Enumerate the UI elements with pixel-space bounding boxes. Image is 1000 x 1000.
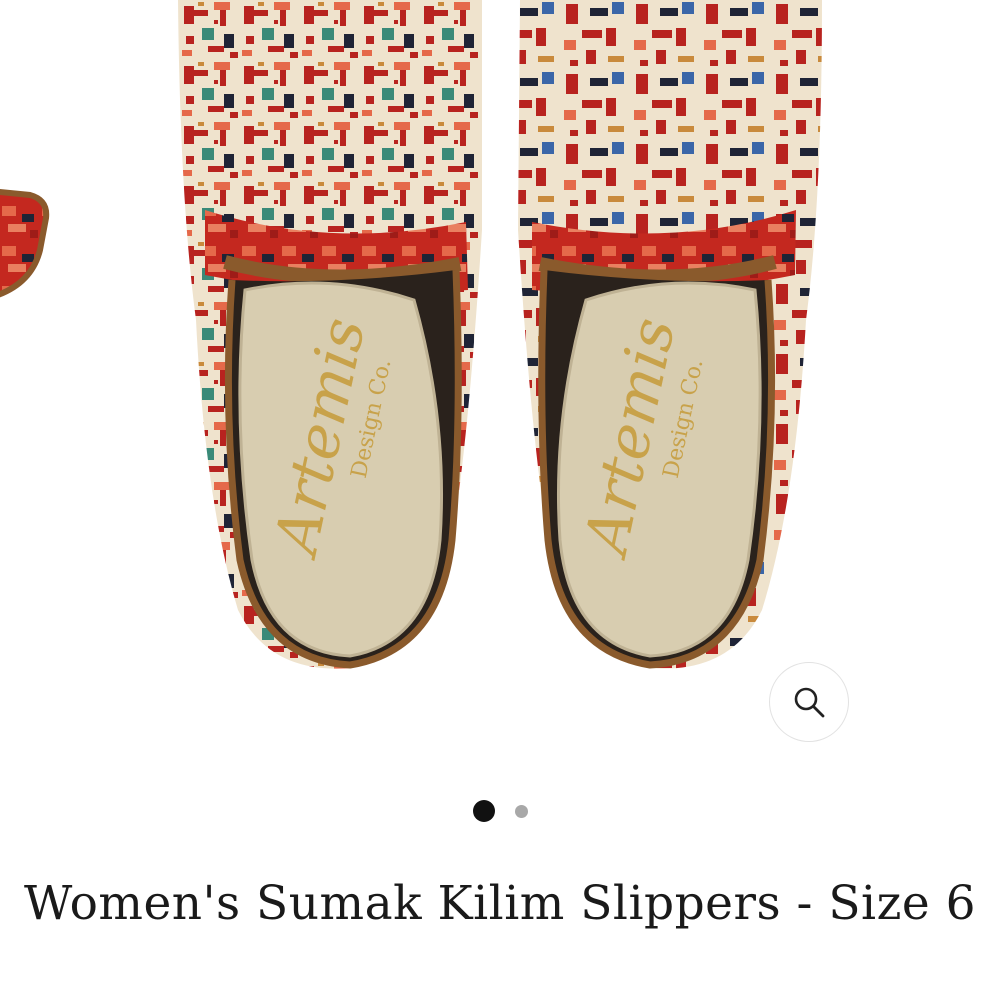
slide-dot-2[interactable] [514,804,528,818]
product-photo: Artemis Design Co. Artemis Design Co. [0,0,822,669]
product-image-gallery[interactable]: Artemis Design Co. Artemis Design Co. [0,0,1000,760]
product-page: Artemis Design Co. Artemis Design Co. Wo… [0,0,1000,1000]
partial-slipper [0,188,50,298]
right-slipper: Artemis Design Co. [518,0,822,669]
zoom-button[interactable] [769,662,849,742]
product-title: Women's Sumak Kilim Slippers - Size 6 [24,876,976,931]
left-slipper: Artemis Design Co. [178,0,482,669]
gallery-pagination [0,798,1000,824]
slide-dot-1[interactable] [472,800,495,822]
search-icon [794,687,825,718]
